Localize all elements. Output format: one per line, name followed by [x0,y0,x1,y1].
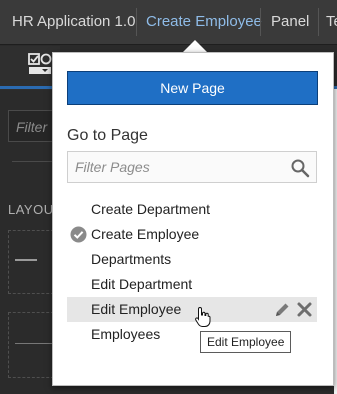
palette-filter-placeholder: Filter [16,119,48,135]
page-item-create-department[interactable]: Create Department [67,197,317,222]
page-item-edit-department[interactable]: Edit Department [67,272,317,297]
go-to-page-title: Go to Page [67,127,148,144]
page-list: Create Department Create Employee Depart… [67,197,317,347]
breadcrumb-separator [136,8,137,36]
breadcrumb-separator [260,8,261,36]
layout-item-box[interactable] [8,230,54,294]
page-item-label: Edit Department [91,276,193,292]
page-item-create-employee[interactable]: Create Employee [67,222,317,247]
layout-section-label: LAYOU [8,202,54,217]
checkbox-tool-icon[interactable] [28,52,52,76]
breadcrumb-panel[interactable]: Panel [271,13,309,30]
page-navigator-popup: New Page Go to Page Create Department Cr… [52,52,334,386]
breadcrumb-page[interactable]: Create Employee [146,13,262,30]
breadcrumb-truncated[interactable]: Te [326,13,337,30]
page-item-label: Create Department [91,201,211,217]
layout-line [15,343,55,344]
top-bar: HR Application 1.0 Create Employee Panel… [0,0,337,45]
tooltip: Edit Employee [200,331,292,353]
check-circle-icon [70,226,87,243]
pencil-icon[interactable] [274,301,291,318]
layout-item-box[interactable] [8,312,55,378]
filter-pages-field[interactable] [67,151,317,183]
page-item-label: Edit Employee [91,301,182,317]
new-page-button[interactable]: New Page [67,71,318,105]
breadcrumb-separator [318,8,319,36]
filter-pages-input[interactable] [68,152,288,182]
layout-line [15,259,37,261]
palette-filter-input[interactable]: Filter [8,110,56,142]
breadcrumb-app[interactable]: HR Application 1.0 [12,13,135,30]
close-icon[interactable] [296,301,313,318]
page-item-label: Departments [91,251,172,267]
divider [12,161,52,162]
hand-cursor-icon [195,306,211,327]
page-item-edit-employee[interactable]: Edit Employee [67,297,317,322]
popup-caret [183,40,207,52]
search-icon[interactable] [290,158,310,178]
page-item-label: Create Employee [91,226,200,242]
page-item-label: Employees [91,326,161,342]
page-item-departments[interactable]: Departments [67,247,317,272]
